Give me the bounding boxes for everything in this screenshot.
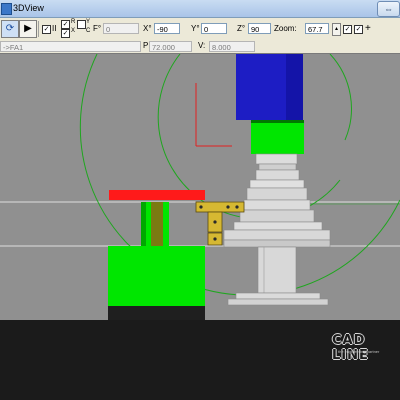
checkbox-1[interactable]: ✓ [42,25,51,34]
gripper-bolt-5 [213,237,217,241]
watermark-tagline: the engineering partner [338,349,380,354]
zoom-field[interactable]: 67.7 [305,23,329,34]
y-label: Y° [191,24,200,33]
small-label-c: C [86,28,91,34]
spindle-ring-2 [258,163,297,171]
app-icon [1,3,12,15]
checkbox-1b[interactable]: ✓ [343,25,352,34]
f-angle-field[interactable]: 0 [103,23,139,34]
p-field[interactable]: 72.000 [149,41,192,52]
small-label-y: Y [86,19,91,25]
plus-label: + [365,23,371,34]
check-ii-label: II [52,24,57,33]
base-ring-1 [235,292,321,300]
spindle-flange-base [223,239,331,248]
gripper-bolt-3 [235,205,239,209]
red-top-bar [109,190,205,200]
x-angle-field[interactable]: -90 [154,23,180,34]
gripper-bolt-4 [213,220,217,224]
3d-viewport[interactable] [0,54,400,320]
small-label-r: R [71,19,76,25]
gripper-bolt-2 [226,205,230,209]
spindle-ring-4 [249,179,305,189]
gripper-bolt-1 [199,205,203,209]
cadline-watermark: CAD LINE [332,333,369,363]
program-field[interactable]: ->FA1 [0,41,141,52]
checkbox-2[interactable]: ✓ [354,25,363,34]
v-field[interactable]: 8.000 [209,41,255,52]
play-button[interactable]: ▶ [19,20,37,38]
v-label: V: [198,41,206,50]
tool-holder-band [251,120,304,123]
checkbox-r[interactable]: ✓ [61,20,70,29]
z-angle-field[interactable]: 90 [248,23,271,34]
toolbar-separator [38,21,39,37]
z-label: Z° [237,24,246,33]
checkbox-x[interactable]: ✓ [61,29,70,38]
y-angle-field[interactable]: 0 [201,23,227,34]
fixture-block [108,246,205,306]
window-title: 3DView [13,3,44,13]
checkbox-y[interactable] [77,20,86,29]
spindle-ring-7 [239,209,315,223]
spindle-head-shade [286,54,303,120]
spindle-ring-1 [255,153,298,165]
restore-button[interactable]: ⇔ [377,1,400,17]
tool-holder [251,120,304,154]
workpiece-core [151,202,163,246]
scene-canvas [0,54,400,320]
spindle-ring-5 [246,187,308,201]
view-toolbar: ⟳ ▶ ✓ II ✓ ✓ R X Y C F° 0 X° -90 Y° 0 Z°… [0,18,400,41]
refresh-view-icon[interactable]: ⟳ [1,20,19,38]
workpiece-edge [141,202,146,246]
fixture-block-shadow [108,306,205,320]
x-label: X° [143,24,152,33]
title-bar: 3DView ⇔ [0,0,400,18]
spindle-ring-8 [233,221,323,231]
circle-arc-right [329,54,352,141]
spindle-flange [223,229,331,241]
spindle-ring-6 [243,199,311,211]
zoom-label: Zoom: [274,24,297,33]
base-ring-2 [227,298,329,306]
zoom-spin-icon[interactable]: ▴ [332,23,341,36]
spindle-ring-3 [255,169,300,181]
small-label-x: X [71,28,76,34]
f-label: F° [93,24,102,33]
program-toolbar: ->FA1 P: 72.000 V: 8.000 [0,40,400,54]
